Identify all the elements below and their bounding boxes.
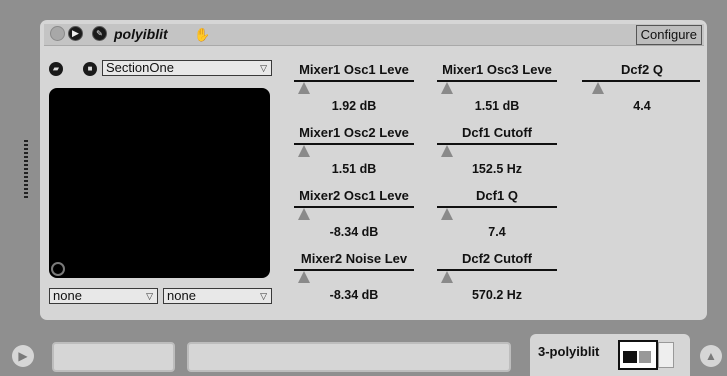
- param-slider-thumb[interactable]: [441, 208, 453, 220]
- param-name: Dcf2 Cutoff: [461, 251, 533, 266]
- param-mixer1-osc1-level: Mixer1 Osc1 Leve 1.92 dB: [294, 62, 414, 114]
- param-name: Mixer1 Osc2 Leve: [299, 125, 409, 140]
- param-slider-track[interactable]: [437, 206, 557, 208]
- param-name: Dcf2 Q: [621, 62, 663, 77]
- param-name: Dcf1 Cutoff: [461, 125, 533, 140]
- param-name: Mixer2 Noise Lev: [300, 251, 408, 266]
- param-mixer2-noise-level: Mixer2 Noise Lev -8.34 dB: [294, 251, 414, 303]
- device-chain-thumbnail[interactable]: [618, 340, 658, 370]
- x-assign-dropdown[interactable]: none ▽: [49, 288, 158, 304]
- xy-pad-handle[interactable]: [51, 262, 65, 276]
- param-slider-track[interactable]: [437, 80, 557, 82]
- param-slider-thumb[interactable]: [441, 82, 453, 94]
- y-assign-value: none: [167, 288, 196, 303]
- wrench-icon[interactable]: ✎: [92, 26, 107, 41]
- bottom-field-left[interactable]: [52, 342, 175, 372]
- device-titlebar: ▶ ✎ polyiblit ✋ Configure: [44, 24, 704, 46]
- preset-value: SectionOne: [106, 60, 174, 75]
- param-slider-track[interactable]: [437, 269, 557, 271]
- chevron-down-icon: ▽: [260, 291, 267, 301]
- param-slider-track[interactable]: [437, 143, 557, 145]
- chevron-down-icon: ▽: [260, 63, 267, 73]
- param-name: Dcf1 Q: [476, 188, 518, 203]
- thumbnail-block: [639, 351, 651, 363]
- param-name: Mixer1 Osc1 Leve: [299, 62, 409, 77]
- param-mixer2-osc1-level: Mixer2 Osc1 Leve -8.34 dB: [294, 188, 414, 240]
- param-slider-thumb[interactable]: [298, 271, 310, 283]
- preset-dropdown[interactable]: SectionOne ▽: [102, 60, 272, 76]
- param-dcf2-q: Dcf2 Q 4.4: [582, 62, 702, 114]
- param-value: 4.4: [633, 99, 651, 113]
- param-slider-thumb[interactable]: [441, 145, 453, 157]
- device-title: polyiblit: [114, 26, 168, 42]
- param-slider-track[interactable]: [294, 143, 414, 145]
- param-slider-track[interactable]: [294, 80, 414, 82]
- param-value: 7.4: [488, 225, 506, 239]
- x-assign-value: none: [53, 288, 82, 303]
- param-slider-thumb[interactable]: [298, 82, 310, 94]
- power-icon[interactable]: [50, 26, 65, 41]
- param-slider-track[interactable]: [294, 206, 414, 208]
- xy-pad[interactable]: [49, 88, 270, 278]
- drag-grip[interactable]: [24, 140, 28, 198]
- param-dcf1-cutoff: Dcf1 Cutoff 152.5 Hz: [437, 125, 557, 177]
- y-assign-dropdown[interactable]: none ▽: [163, 288, 272, 304]
- thumbnail-block: [623, 351, 637, 363]
- param-mixer1-osc2-level: Mixer1 Osc2 Leve 1.51 dB: [294, 125, 414, 177]
- param-value: 1.92 dB: [331, 99, 377, 113]
- chevron-down-icon: ▽: [146, 291, 153, 301]
- param-value: 1.51 dB: [331, 162, 377, 176]
- param-slider-thumb[interactable]: [592, 82, 604, 94]
- play-icon[interactable]: ▶: [68, 26, 83, 41]
- param-slider-thumb[interactable]: [298, 145, 310, 157]
- param-name: Mixer1 Osc3 Leve: [442, 62, 552, 77]
- param-slider-thumb[interactable]: [298, 208, 310, 220]
- track-tab-label: 3-polyiblit: [538, 344, 600, 359]
- param-value: 152.5 Hz: [471, 162, 523, 176]
- param-slider-thumb[interactable]: [441, 271, 453, 283]
- param-value: -8.34 dB: [329, 288, 379, 302]
- param-mixer1-osc3-level: Mixer1 Osc3 Leve 1.51 dB: [437, 62, 557, 114]
- play-icon[interactable]: ▶: [12, 345, 34, 367]
- param-value: 570.2 Hz: [471, 288, 523, 302]
- track-tab[interactable]: 3-polyiblit: [530, 334, 690, 376]
- save-icon[interactable]: ■: [83, 62, 97, 76]
- folder-icon[interactable]: ▰: [49, 62, 63, 76]
- device-chain-thumbnail[interactable]: [658, 342, 674, 368]
- param-dcf1-q: Dcf1 Q 7.4: [437, 188, 557, 240]
- configure-button[interactable]: Configure: [635, 25, 702, 45]
- param-name: Mixer2 Osc1 Leve: [299, 188, 409, 203]
- hand-icon[interactable]: ✋: [194, 24, 210, 45]
- param-dcf2-cutoff: Dcf2 Cutoff 570.2 Hz: [437, 251, 557, 303]
- param-value: -8.34 dB: [329, 225, 379, 239]
- expand-icon[interactable]: ▲: [700, 345, 722, 367]
- param-value: 1.51 dB: [474, 99, 520, 113]
- param-slider-track[interactable]: [294, 269, 414, 271]
- bottom-field-main[interactable]: [187, 342, 511, 372]
